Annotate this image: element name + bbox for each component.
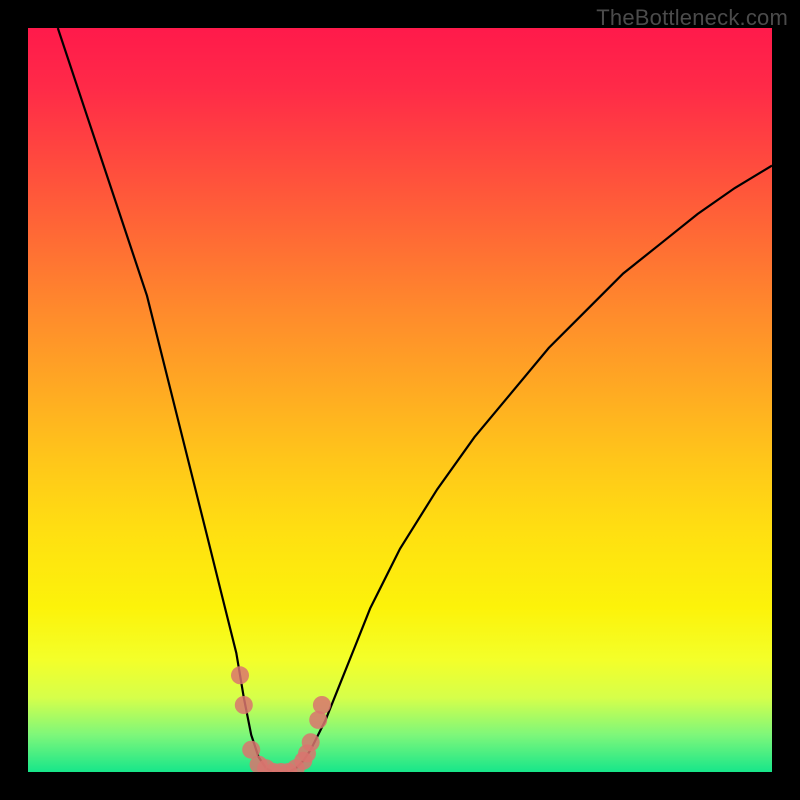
bottleneck-curve [58,28,772,772]
chart-frame: TheBottleneck.com [0,0,800,800]
highlight-marker [231,666,249,684]
watermark-text: TheBottleneck.com [596,5,788,31]
highlight-marker [302,733,320,751]
curve-layer [28,28,772,772]
plot-area [28,28,772,772]
highlight-marker [235,696,253,714]
highlight-marker [313,696,331,714]
